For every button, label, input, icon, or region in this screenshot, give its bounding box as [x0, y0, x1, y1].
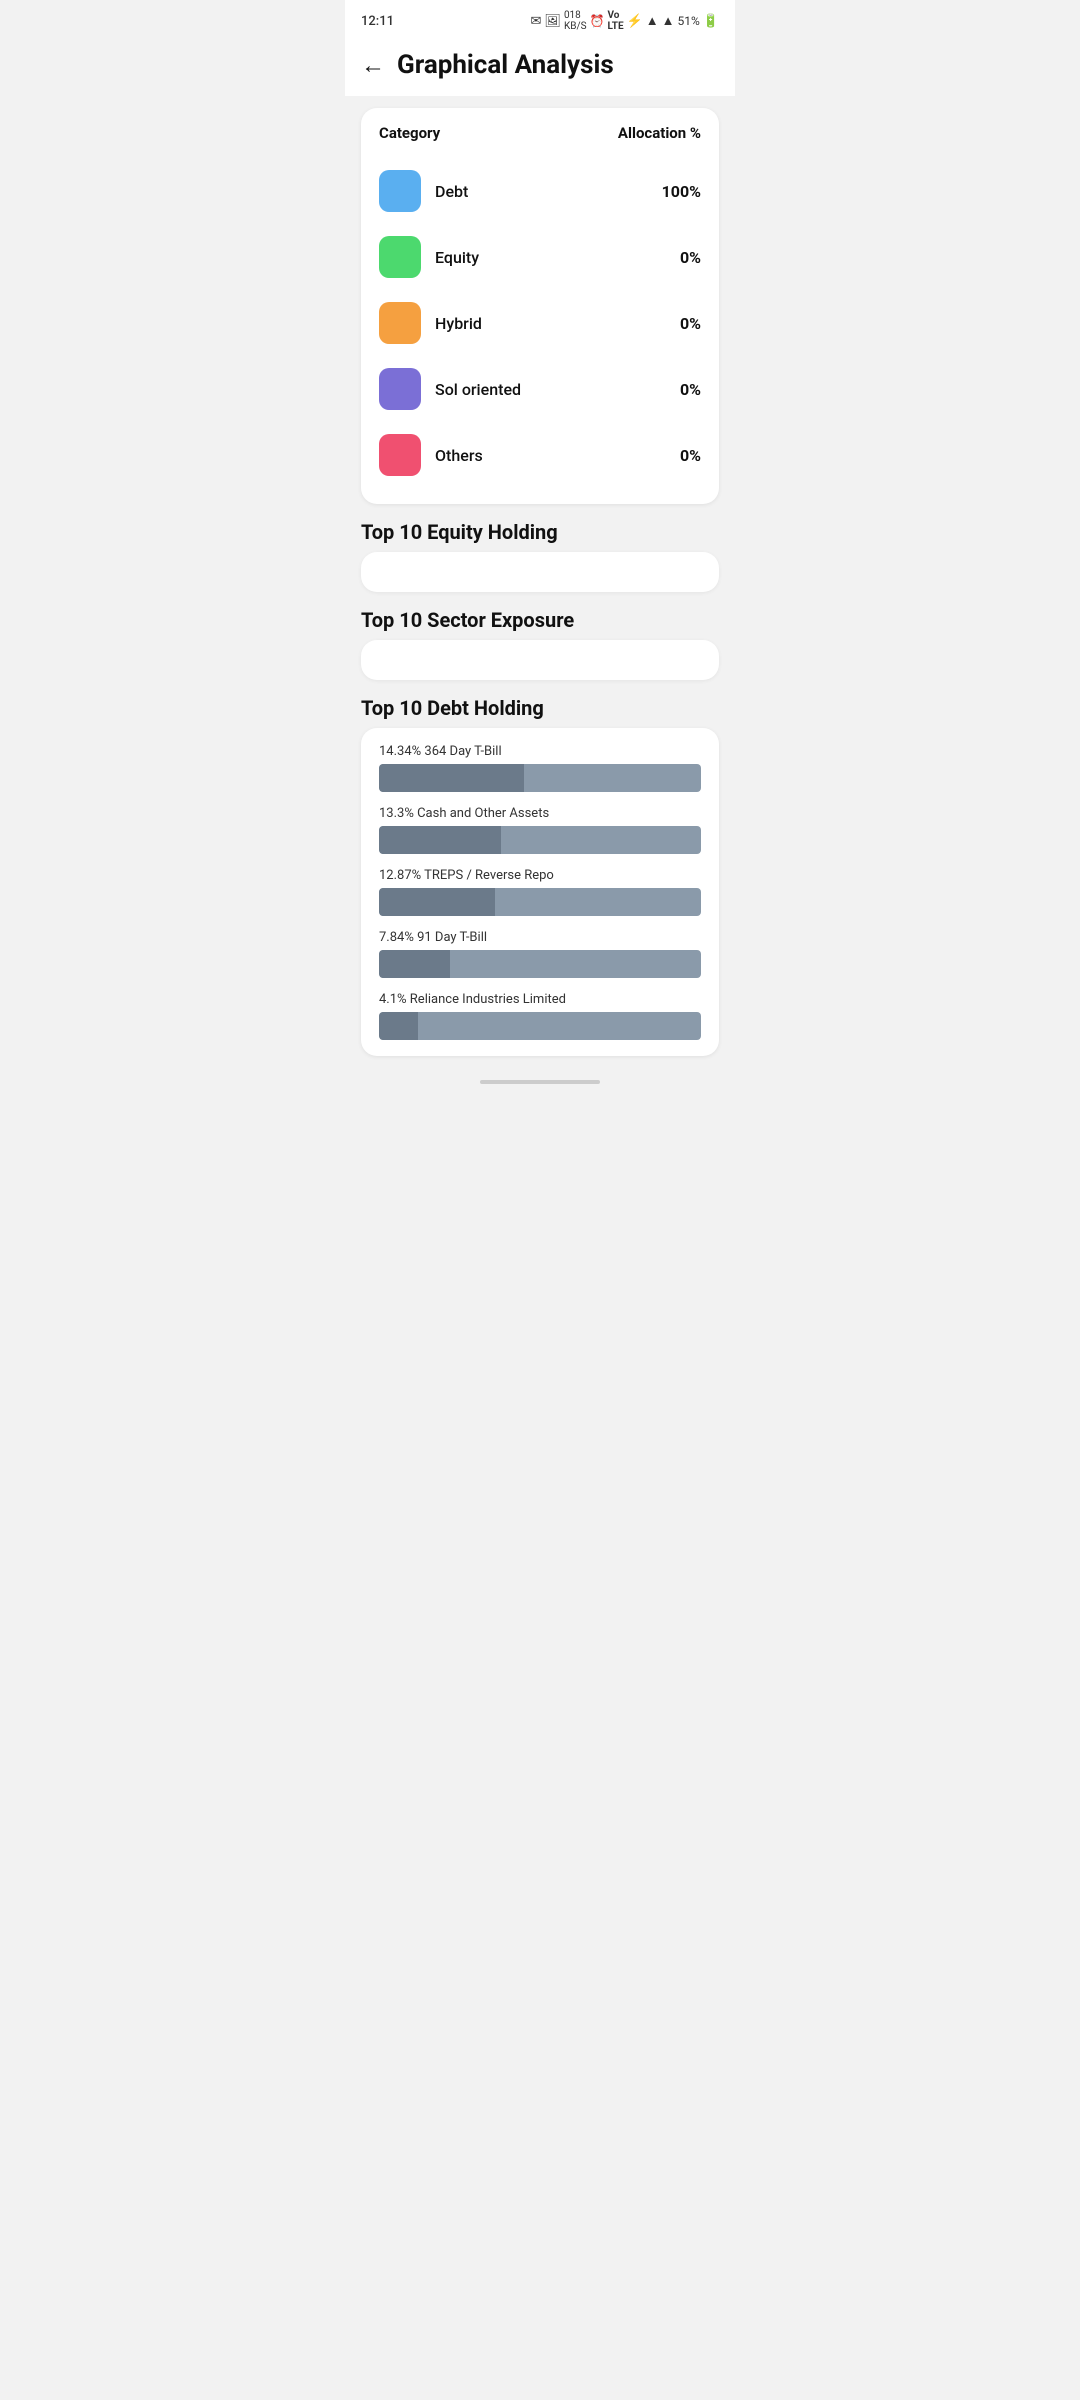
hybrid-allocation: 0%: [680, 314, 701, 333]
category-left-sol: Sol oriented: [379, 368, 521, 410]
category-row-debt: Debt 100%: [379, 158, 701, 224]
scroll-bar: [480, 1080, 600, 1084]
category-left-debt: Debt: [379, 170, 468, 212]
main-content: Category Allocation % Debt 100% Equity 0…: [345, 96, 735, 1068]
signal-icon: ▲: [662, 13, 675, 29]
debt-label: Debt: [435, 182, 468, 201]
debt-bar-fill: [379, 826, 501, 854]
category-left-hybrid: Hybrid: [379, 302, 482, 344]
debt-bar-fill: [379, 950, 450, 978]
header: ← Graphical Analysis: [345, 38, 735, 96]
category-row-sol-oriented: Sol oriented 0%: [379, 356, 701, 422]
category-col-header: Category: [379, 124, 440, 142]
debt-bar-track: [379, 888, 701, 916]
debt-bar-item: 12.87% TREPS / Reverse Repo: [379, 868, 701, 916]
debt-bar-item: 13.3% Cash and Other Assets: [379, 806, 701, 854]
debt-bar-label: 12.87% TREPS / Reverse Repo: [379, 868, 701, 883]
scroll-indicator: [345, 1068, 735, 1092]
debt-bar-label: 13.3% Cash and Other Assets: [379, 806, 701, 821]
battery-icon: 🔋: [703, 14, 719, 29]
battery-level: 51%: [678, 14, 700, 28]
debt-holding-title: Top 10 Debt Holding: [361, 696, 719, 720]
debt-bar-item: 7.84% 91 Day T-Bill: [379, 930, 701, 978]
status-bar: 12:11 ✉ 🖼 018KB/S ⏰ VoLTE ⚡ ▲ ▲ 51% 🔋: [345, 0, 735, 38]
debt-bar-track: [379, 764, 701, 792]
debt-bar-fill: [379, 764, 524, 792]
sector-exposure-section: Top 10 Sector Exposure: [361, 608, 719, 680]
sector-exposure-title: Top 10 Sector Exposure: [361, 608, 719, 632]
allocation-col-header: Allocation %: [618, 124, 701, 142]
debt-bar-fill: [379, 888, 495, 916]
equity-holding-section: Top 10 Equity Holding: [361, 520, 719, 592]
equity-label: Equity: [435, 248, 479, 267]
equity-holding-title: Top 10 Equity Holding: [361, 520, 719, 544]
volte-icon: VoLTE: [607, 10, 623, 32]
bluetooth-icon: ⚡: [627, 14, 643, 29]
debt-bar-item: 4.1% Reliance Industries Limited: [379, 992, 701, 1040]
debt-holding-section: Top 10 Debt Holding 14.34% 364 Day T-Bil…: [361, 696, 719, 1056]
back-button[interactable]: ←: [361, 53, 385, 77]
hybrid-color-indicator: [379, 302, 421, 344]
others-allocation: 0%: [680, 446, 701, 465]
network-speed: 018KB/S: [564, 10, 587, 32]
image-icon: 🖼: [544, 14, 561, 29]
category-row-equity: Equity 0%: [379, 224, 701, 290]
category-left-others: Others: [379, 434, 483, 476]
debt-bar-label: 14.34% 364 Day T-Bill: [379, 744, 701, 759]
category-allocation-card: Category Allocation % Debt 100% Equity 0…: [361, 108, 719, 504]
alarm-icon: ⏰: [590, 14, 605, 28]
debt-bar-label: 4.1% Reliance Industries Limited: [379, 992, 701, 1007]
debt-holding-card: 14.34% 364 Day T-Bill 13.3% Cash and Othe…: [361, 728, 719, 1056]
debt-bar-item: 14.34% 364 Day T-Bill: [379, 744, 701, 792]
status-time: 12:11: [361, 14, 394, 29]
debt-bar-track: [379, 950, 701, 978]
sector-exposure-card: [361, 640, 719, 680]
debt-allocation: 100%: [662, 182, 701, 201]
wifi-icon: ▲: [646, 13, 659, 29]
sol-label: Sol oriented: [435, 380, 521, 399]
sol-color-indicator: [379, 368, 421, 410]
category-row-hybrid: Hybrid 0%: [379, 290, 701, 356]
hybrid-label: Hybrid: [435, 314, 482, 333]
debt-bar-label: 7.84% 91 Day T-Bill: [379, 930, 701, 945]
category-left-equity: Equity: [379, 236, 479, 278]
equity-color-indicator: [379, 236, 421, 278]
others-color-indicator: [379, 434, 421, 476]
debt-bar-track: [379, 1012, 701, 1040]
status-icons: ✉ 🖼 018KB/S ⏰ VoLTE ⚡ ▲ ▲ 51% 🔋: [531, 10, 719, 32]
page-title: Graphical Analysis: [397, 50, 614, 80]
category-row-others: Others 0%: [379, 422, 701, 488]
sol-allocation: 0%: [680, 380, 701, 399]
debt-bar-track: [379, 826, 701, 854]
debt-color-indicator: [379, 170, 421, 212]
category-header-row: Category Allocation %: [379, 124, 701, 142]
equity-holding-card: [361, 552, 719, 592]
others-label: Others: [435, 446, 483, 465]
gmail-icon: ✉: [531, 14, 542, 29]
debt-bar-fill: [379, 1012, 418, 1040]
equity-allocation: 0%: [680, 248, 701, 267]
